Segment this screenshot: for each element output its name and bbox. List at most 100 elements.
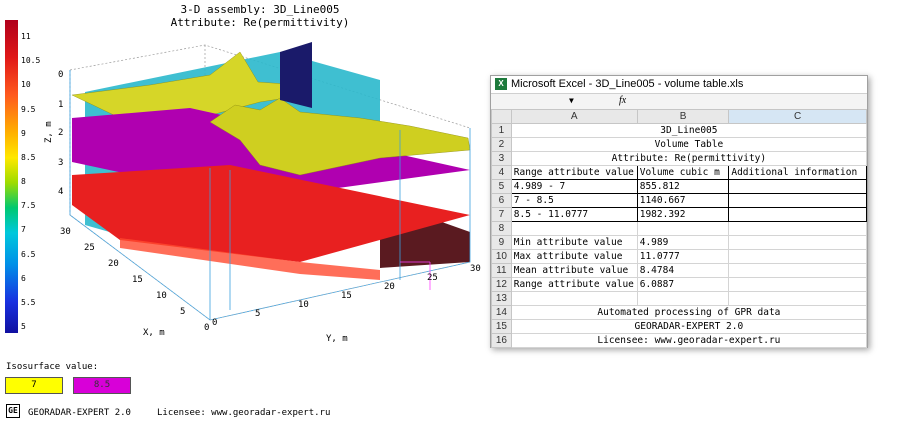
y-axis-tick: 15: [341, 291, 352, 301]
colorbar: [5, 20, 18, 333]
name-box-dropdown-icon[interactable]: ▼: [569, 96, 574, 105]
cell-c[interactable]: [728, 277, 867, 292]
table-row[interactable]: 2 Volume Table: [491, 137, 868, 152]
column-header-c[interactable]: C: [728, 109, 867, 124]
z-axis-tick: 0: [58, 70, 64, 80]
excel-window-title: Microsoft Excel - 3D_Line005 - volume ta…: [511, 78, 744, 90]
cell-a[interactable]: Min attribute value: [510, 235, 638, 250]
isosurface-swatch-7[interactable]: 7: [5, 377, 63, 394]
row-header[interactable]: 10: [491, 249, 512, 264]
table-row[interactable]: 16 Licensee: www.georadar-expert.ru: [491, 333, 868, 348]
colorbar-tick: 6: [21, 273, 26, 283]
colorbar-tick: 10: [21, 80, 31, 90]
merged-cell[interactable]: Automated processing of GPR data: [510, 305, 868, 320]
table-row[interactable]: 14 Automated processing of GPR data: [491, 305, 868, 320]
excel-titlebar[interactable]: X Microsoft Excel - 3D_Line005 - volume …: [491, 76, 867, 93]
z-axis-label: Z, m: [44, 121, 54, 143]
row-header[interactable]: 15: [491, 319, 512, 334]
row-header[interactable]: 2: [491, 137, 512, 152]
cell-c[interactable]: [728, 263, 867, 278]
row-header[interactable]: 13: [491, 291, 512, 306]
row-header[interactable]: 6: [491, 193, 512, 208]
3d-scene[interactable]: [40, 30, 480, 335]
cell-b[interactable]: 11.0777: [636, 249, 730, 264]
cell-b[interactable]: [636, 221, 730, 236]
cell-b[interactable]: [636, 291, 730, 306]
cell-b[interactable]: 4.989: [636, 235, 730, 250]
table-row[interactable]: 15 GEORADAR-EXPERT 2.0: [491, 319, 868, 334]
corner-cell[interactable]: [491, 109, 512, 124]
row-header[interactable]: 4: [491, 165, 512, 180]
row-header[interactable]: 16: [491, 333, 512, 348]
x-axis-tick: 0: [204, 323, 210, 333]
table-row[interactable]: 11 Mean attribute value 8.4784: [491, 263, 867, 278]
cell-b[interactable]: 8.4784: [636, 263, 730, 278]
z-axis-tick: 1: [58, 100, 64, 110]
table-row[interactable]: 13: [491, 291, 867, 306]
y-axis-label: Y, m: [326, 334, 348, 344]
cell-c[interactable]: [728, 207, 867, 222]
isosurface-label: Isosurface value:: [6, 362, 99, 372]
table-row[interactable]: 4 Range attribute value Volume cubic m Addi…: [491, 165, 867, 180]
y-axis-tick: 0: [212, 318, 218, 328]
fx-icon[interactable]: fx: [619, 95, 626, 106]
row-header[interactable]: 14: [491, 305, 512, 320]
y-axis-tick: 10: [298, 300, 309, 310]
cell-b[interactable]: Volume cubic m: [636, 165, 730, 180]
row-header[interactable]: 9: [491, 235, 512, 250]
cell-c[interactable]: [728, 235, 867, 250]
row-header[interactable]: 3: [491, 151, 512, 166]
colorbar-tick: 7.5: [21, 201, 36, 211]
cell-c[interactable]: [728, 179, 867, 194]
y-axis-tick: 30: [470, 264, 481, 274]
cell-b[interactable]: 1982.392: [636, 207, 730, 222]
table-row[interactable]: 7 8.5 - 11.0777 1982.392: [491, 207, 867, 222]
cell-a[interactable]: Range attribute value: [510, 277, 638, 292]
table-row[interactable]: 10 Max attribute value 11.0777: [491, 249, 867, 264]
row-header[interactable]: 12: [491, 277, 512, 292]
row-header[interactable]: 1: [491, 123, 512, 138]
row-header[interactable]: 8: [491, 221, 512, 236]
merged-cell[interactable]: 3D_Line005: [510, 123, 868, 138]
row-header[interactable]: 11: [491, 263, 512, 278]
georadar-logo-icon: GE: [6, 404, 20, 418]
row-header[interactable]: 5: [491, 179, 512, 194]
cell-a[interactable]: 7 - 8.5: [510, 193, 638, 208]
table-row[interactable]: 12 Range attribute value 6.0887: [491, 277, 867, 292]
table-row[interactable]: 5 4.989 - 7 855.812: [491, 179, 867, 194]
cell-c[interactable]: [728, 249, 867, 264]
table-row[interactable]: 3 Attribute: Re(permittivity): [491, 151, 868, 166]
x-axis-tick: 10: [156, 291, 167, 301]
table-row[interactable]: 8: [491, 221, 867, 236]
x-axis-tick: 25: [84, 243, 95, 253]
cell-a[interactable]: [510, 291, 638, 306]
merged-cell[interactable]: Attribute: Re(permittivity): [510, 151, 868, 166]
column-header-a[interactable]: A: [510, 109, 638, 124]
table-row[interactable]: 9 Min attribute value 4.989: [491, 235, 867, 250]
merged-cell[interactable]: GEORADAR-EXPERT 2.0: [510, 319, 868, 334]
excel-window[interactable]: X Microsoft Excel - 3D_Line005 - volume …: [490, 75, 868, 348]
cell-a[interactable]: 4.989 - 7: [510, 179, 638, 194]
merged-cell[interactable]: Licensee: www.georadar-expert.ru: [510, 333, 868, 348]
cell-a[interactable]: Range attribute value: [510, 165, 638, 180]
cell-a[interactable]: Mean attribute value: [510, 263, 638, 278]
cell-c[interactable]: Additional information: [728, 165, 867, 180]
merged-cell[interactable]: Volume Table: [510, 137, 868, 152]
row-header[interactable]: 7: [491, 207, 512, 222]
isosurface-swatch-8-5[interactable]: 8.5: [73, 377, 131, 394]
cell-b[interactable]: 1140.667: [636, 193, 730, 208]
spreadsheet-grid[interactable]: A B C 1 3D_Line005 2 Volume Table 3 Attribute…: [491, 109, 868, 348]
column-header-b[interactable]: B: [636, 109, 730, 124]
cell-b[interactable]: 6.0887: [636, 277, 730, 292]
cell-a[interactable]: 8.5 - 11.0777: [510, 207, 638, 222]
plot-title: 3-D assembly: 3D_Line005: [180, 3, 340, 16]
table-row[interactable]: 1 3D_Line005: [491, 123, 868, 138]
cell-c[interactable]: [728, 193, 867, 208]
cell-b[interactable]: 855.812: [636, 179, 730, 194]
y-axis-tick: 25: [427, 273, 438, 283]
cell-a[interactable]: Max attribute value: [510, 249, 638, 264]
cell-a[interactable]: [510, 221, 638, 236]
table-row[interactable]: 67 - 8.5 1140.667: [491, 193, 867, 208]
cell-c[interactable]: [728, 221, 867, 236]
cell-c[interactable]: [728, 291, 867, 306]
